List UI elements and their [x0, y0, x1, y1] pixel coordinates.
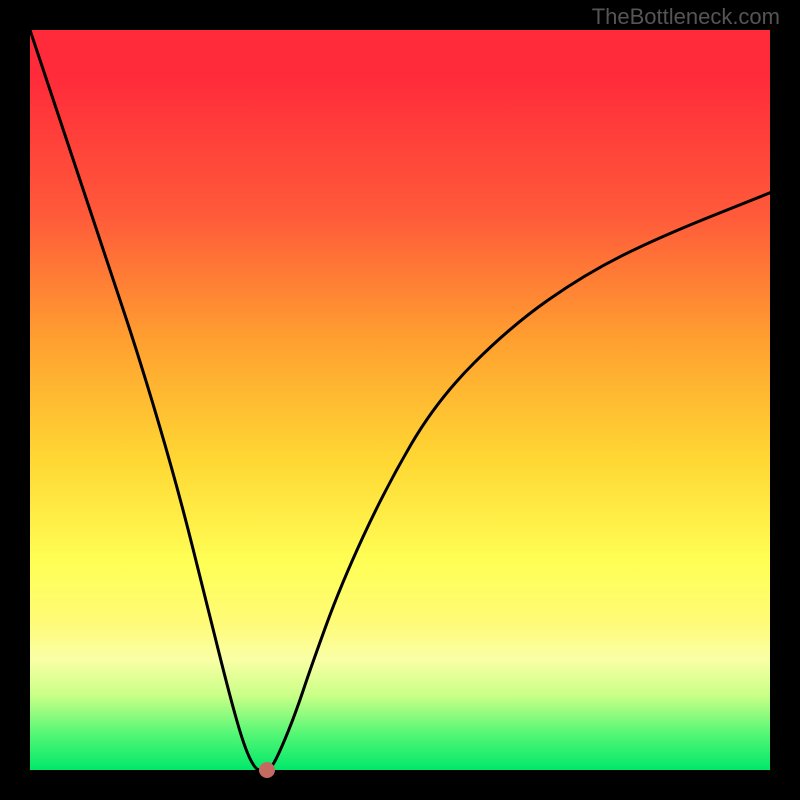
- bottleneck-curve: [30, 30, 770, 770]
- watermark-text: TheBottleneck.com: [592, 4, 780, 30]
- plot-area: [30, 30, 770, 770]
- minimum-marker: [259, 762, 275, 778]
- chart-container: TheBottleneck.com: [0, 0, 800, 800]
- curve-svg: [30, 30, 770, 770]
